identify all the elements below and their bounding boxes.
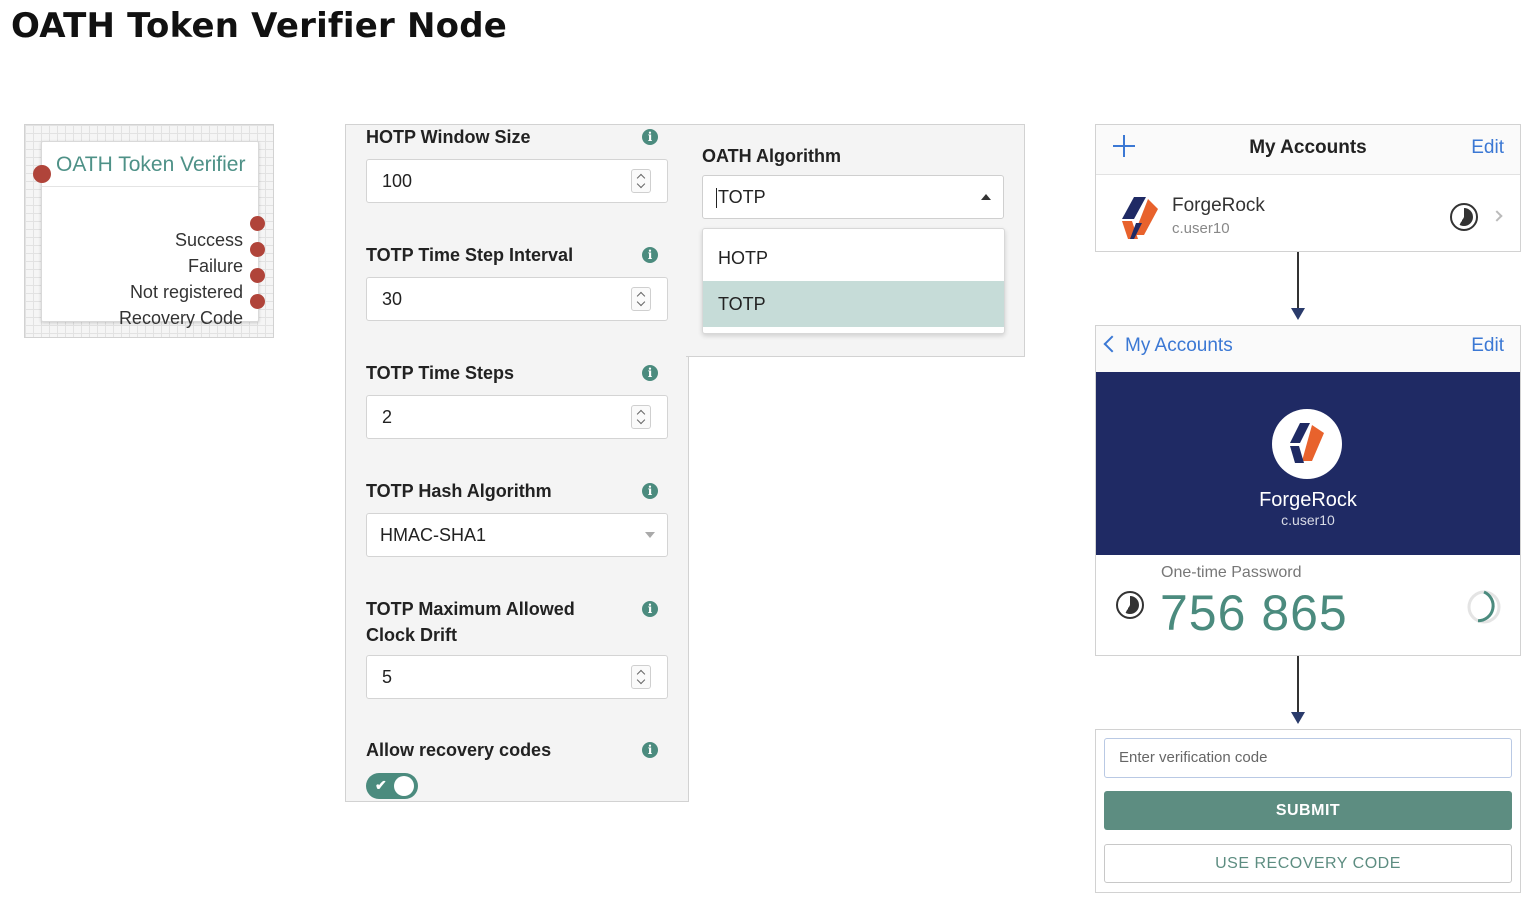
outcome-failure-connector[interactable]: [250, 242, 265, 257]
oath-algorithm-select[interactable]: TOTP: [702, 175, 1004, 219]
clock-icon: [1116, 591, 1144, 619]
option-hotp[interactable]: HOTP: [703, 235, 1004, 281]
page-title: OATH Token Verifier Node: [11, 6, 508, 46]
node-header: OATH Token Verifier: [42, 142, 258, 187]
totp-max-clock-drift-label-line1: TOTP Maximum Allowed: [366, 599, 575, 619]
verification-code-input[interactable]: Enter verification code: [1104, 738, 1512, 778]
forgerock-logo: [1272, 409, 1342, 479]
authenticator-account-detail-screen: My Accounts Edit ForgeRock c.user10 One-…: [1095, 325, 1521, 656]
edit-link[interactable]: Edit: [1471, 335, 1504, 357]
info-icon[interactable]: i: [642, 742, 658, 758]
authenticator-accounts-screen: My Accounts Edit ForgeRock c.user10: [1095, 124, 1521, 252]
flow-arrow-line: [1297, 252, 1299, 310]
verification-form: Enter verification code SUBMIT USE RECOV…: [1095, 729, 1521, 893]
spinner-icon[interactable]: [631, 405, 651, 429]
clock-icon: [1450, 203, 1478, 231]
chevron-right-icon: [1491, 210, 1503, 222]
otp-label: One-time Password: [1161, 564, 1302, 581]
back-chevron-icon[interactable]: [1103, 335, 1121, 353]
totp-max-clock-drift-input[interactable]: 5: [366, 655, 668, 699]
hotp-window-size-value: 100: [382, 171, 413, 191]
toggle-knob: [394, 776, 414, 796]
info-icon[interactable]: i: [642, 247, 658, 263]
node-canvas: OATH Token Verifier Success Failure Not …: [24, 124, 274, 338]
use-recovery-code-button[interactable]: USE RECOVERY CODE: [1104, 844, 1512, 883]
flow-arrow-line: [1297, 656, 1299, 714]
back-link[interactable]: My Accounts: [1125, 335, 1233, 357]
spinner-icon[interactable]: [631, 665, 651, 689]
totp-time-step-interval-value: 30: [382, 289, 403, 309]
accounts-title: My Accounts: [1249, 137, 1367, 158]
node-config-panel: HOTP Window Size i 100 TOTP Time Step In…: [345, 124, 689, 802]
node-input-connector[interactable]: [33, 165, 51, 183]
outcome-recovery-code-connector[interactable]: [250, 294, 265, 309]
forgerock-logo: [1122, 197, 1158, 239]
info-icon[interactable]: i: [642, 601, 658, 617]
text-cursor: [716, 188, 717, 209]
account-banner: ForgeRock c.user10: [1096, 372, 1520, 555]
otp-value: 756 865: [1160, 585, 1348, 641]
banner-account-name: ForgeRock: [1259, 489, 1357, 511]
totp-hash-algorithm-label: TOTP Hash Algorithm: [366, 481, 552, 501]
totp-hash-algorithm-value: HMAC-SHA1: [380, 525, 487, 545]
account-user: c.user10: [1172, 220, 1230, 237]
oath-algorithm-dropdown: HOTP TOTP: [702, 228, 1005, 334]
totp-hash-algorithm-select[interactable]: HMAC-SHA1: [366, 513, 668, 557]
totp-max-clock-drift-label: TOTP Maximum Allowed Clock Drift: [366, 596, 575, 648]
info-icon[interactable]: i: [642, 483, 658, 499]
outcome-not-registered-connector[interactable]: [250, 268, 265, 283]
hotp-window-size-input[interactable]: 100: [366, 159, 668, 203]
totp-time-steps-value: 2: [382, 407, 393, 427]
outcome-failure-label: Failure: [187, 256, 243, 276]
otp-timer-icon: [1467, 590, 1501, 624]
totp-max-clock-drift-label-line2: Clock Drift: [366, 625, 458, 645]
spinner-icon[interactable]: [631, 287, 651, 311]
totp-time-steps-label: TOTP Time Steps: [366, 363, 515, 383]
caret-up-icon: [981, 194, 991, 200]
info-icon[interactable]: i: [642, 365, 658, 381]
accounts-header: My Accounts Edit: [1096, 125, 1520, 175]
account-name: ForgeRock: [1172, 195, 1265, 216]
oath-token-verifier-node[interactable]: OATH Token Verifier Success Failure Not …: [41, 141, 259, 328]
totp-time-step-interval-label: TOTP Time Step Interval: [366, 245, 574, 265]
totp-max-clock-drift-value: 5: [382, 667, 393, 687]
detail-header: My Accounts Edit: [1096, 326, 1520, 372]
node-title: OATH Token Verifier: [56, 153, 246, 176]
option-totp[interactable]: TOTP: [703, 281, 1004, 327]
oath-algorithm-label: OATH Algorithm: [702, 146, 841, 166]
outcome-success-connector[interactable]: [250, 216, 265, 231]
check-icon: ✔: [375, 777, 387, 793]
submit-button[interactable]: SUBMIT: [1104, 791, 1512, 830]
info-icon[interactable]: i: [642, 129, 658, 145]
edit-link[interactable]: Edit: [1471, 137, 1504, 159]
flow-arrow-head: [1291, 308, 1305, 320]
oath-algorithm-panel: OATH Algorithm TOTP HOTP TOTP: [686, 124, 1025, 357]
outcome-success-label: Success: [174, 230, 243, 250]
outcome-not-registered-label: Not registered: [129, 282, 243, 302]
caret-icon: [645, 532, 655, 538]
flow-arrow-head: [1291, 712, 1305, 724]
banner-account-user: c.user10: [1281, 512, 1335, 528]
totp-time-steps-input[interactable]: 2: [366, 395, 668, 439]
allow-recovery-codes-label: Allow recovery codes: [366, 740, 552, 760]
allow-recovery-codes-toggle[interactable]: ✔: [366, 773, 418, 799]
hotp-window-size-label: HOTP Window Size: [366, 127, 531, 147]
spinner-icon[interactable]: [631, 169, 651, 193]
outcome-recovery-code-label: Recovery Code: [118, 308, 243, 328]
totp-time-step-interval-input[interactable]: 30: [366, 277, 668, 321]
oath-algorithm-value: TOTP: [718, 187, 766, 207]
